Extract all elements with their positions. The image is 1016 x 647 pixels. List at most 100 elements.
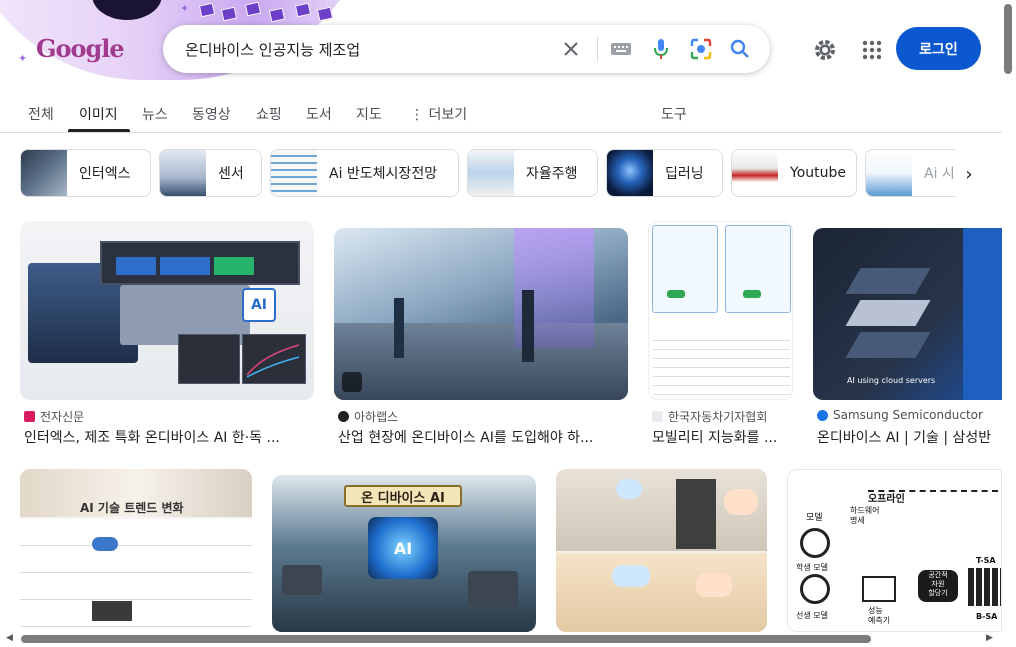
panel-block [214, 257, 254, 275]
chip-thumbnail [160, 150, 206, 196]
tab-more[interactable]: ⋮ 더보기 [410, 104, 467, 124]
layer-shape [845, 268, 931, 294]
source-name: 아하랩스 [354, 410, 399, 424]
tab-shopping[interactable]: 쇼핑 [256, 104, 282, 124]
chip-label: 센서 [218, 166, 244, 182]
label-predictor: 성능 예측기 [868, 606, 891, 625]
result-image[interactable]: AI 기술 트렌드 변화 [20, 469, 252, 632]
tab-images[interactable]: 이미지 [79, 104, 118, 124]
chip-thumbnail [732, 150, 778, 196]
login-button[interactable]: 로그인 [896, 27, 981, 70]
chip-ai-market[interactable]: Ai 시 [865, 149, 955, 197]
star-icon: ✦ [18, 52, 28, 65]
worker-shape [394, 298, 404, 358]
site-favicon-icon [817, 409, 828, 421]
array-grid [968, 568, 1001, 606]
result-source[interactable]: 한국자동차기자협회 [652, 408, 767, 425]
microphone-icon[interactable] [649, 37, 673, 61]
result-image[interactable]: AI [20, 221, 314, 400]
chip-deep-learning[interactable]: 딥러닝 [606, 149, 723, 197]
image-result[interactable] [556, 469, 767, 632]
lens-icon[interactable] [689, 37, 713, 61]
more-vert-icon: ⋮ [410, 107, 429, 123]
tile-icon [316, 6, 334, 22]
source-name: Samsung Semiconductor [833, 408, 983, 422]
image-result[interactable]: 온 디바이스 AI AI [272, 475, 536, 632]
chip-label: Youtube [790, 165, 846, 181]
dashboard-panel [100, 241, 300, 285]
google-logo[interactable]: Google [36, 34, 125, 63]
chip-thumbnail [21, 150, 67, 196]
tab-all[interactable]: 전체 [28, 104, 54, 124]
tab-books[interactable]: 도서 [306, 104, 332, 124]
image-result[interactable]: 아하랩스 산업 현장에 온디바이스 AI를 도입해야 하... [334, 221, 628, 451]
scroll-right-arrow-icon[interactable]: ▶ [986, 633, 993, 643]
device-shape [468, 571, 518, 607]
scroll-left-arrow-icon[interactable]: ◀ [6, 633, 13, 643]
result-image[interactable]: 온 디바이스 AI AI [272, 475, 536, 632]
result-title[interactable]: 모빌리티 지능화를 ... [652, 427, 793, 447]
room-scene [556, 553, 767, 632]
tab-more-label: 더보기 [428, 107, 468, 123]
chip-label: 자율주행 [526, 166, 578, 182]
result-title[interactable]: 인터엑스, 제조 특화 온디바이스 AI 한·독 ... [24, 427, 314, 447]
worker-shape [522, 290, 534, 362]
label-offline: 오프라인 [868, 494, 905, 505]
settings-gear-icon[interactable] [812, 37, 838, 63]
tab-news[interactable]: 뉴스 [142, 104, 168, 124]
site-favicon-icon [652, 411, 663, 422]
chip-ai-semiconductor[interactable]: Ai 반도체시장전망 [270, 149, 459, 197]
analysis-panel [178, 334, 240, 384]
tools-button[interactable]: 도구 [661, 104, 687, 124]
search-input[interactable] [185, 38, 555, 60]
tab-videos[interactable]: 동영상 [192, 104, 231, 124]
result-title[interactable]: 온디바이스 AI | 기술 | 삼성반 [817, 427, 1003, 447]
speech-bubble-icon [616, 479, 642, 499]
layer-shape [845, 332, 931, 358]
image-result[interactable]: AI using cloud servers Samsung Semicondu… [813, 221, 1003, 451]
keyboard-icon[interactable] [609, 37, 633, 61]
vertical-scroll-track[interactable] [1002, 0, 1016, 647]
chip-autonomous-driving[interactable]: 자율주행 [467, 149, 598, 197]
search-tabs: 전체 이미지 뉴스 동영상 쇼핑 도서 지도 ⋮ 더보기 도구 [0, 95, 1002, 133]
chips-next-arrow-icon[interactable]: › [955, 160, 983, 188]
horizontal-scrollbar-thumb[interactable] [21, 635, 871, 643]
active-tab-indicator [68, 129, 130, 132]
result-image[interactable] [648, 221, 793, 400]
speech-bubble-icon [612, 565, 650, 587]
speech-bubble-icon [724, 489, 758, 515]
image-badge-icon [342, 372, 362, 392]
speech-bubble-icon [696, 573, 732, 597]
image-result[interactable]: 오프라인 모델 하드웨어 명세 학생 모델 선생 모델 성능 예측기 공간적 자… [787, 469, 1002, 632]
image-result[interactable]: AI 기술 트렌드 변화 [20, 469, 252, 632]
label-tsa: T-SA [976, 556, 996, 565]
chip-sensor[interactable]: 센서 [159, 149, 262, 197]
image-result[interactable]: AI 전자신문 인터엑스, 제조 특화 온디바이스 AI 한·독 ... [20, 221, 314, 451]
search-icon[interactable] [728, 37, 752, 61]
allocator-box: 공간적 자원 할당기 [918, 570, 958, 602]
result-source[interactable]: 아하랩스 [338, 408, 398, 425]
result-source[interactable]: Samsung Semiconductor [817, 408, 983, 422]
tab-maps[interactable]: 지도 [356, 104, 382, 124]
layer-shape [845, 300, 931, 326]
ai-chip-icon: AI [368, 517, 438, 579]
result-image[interactable] [334, 228, 628, 400]
result-title[interactable]: 산업 현장에 온디바이스 AI를 도입해야 하... [338, 427, 628, 447]
panel-shape [963, 228, 1002, 400]
chip-youtube[interactable]: Youtube [731, 149, 857, 197]
result-image[interactable]: 오프라인 모델 하드웨어 명세 학생 모델 선생 모델 성능 예측기 공간적 자… [787, 469, 1002, 632]
result-source[interactable]: 전자신문 [24, 408, 84, 425]
chip-thumbnail [866, 150, 912, 196]
result-image[interactable] [556, 469, 767, 632]
chip-label: Ai 시 [924, 166, 955, 182]
label-model: 모델 [806, 513, 823, 523]
result-image[interactable]: AI using cloud servers [813, 228, 1002, 400]
chip-interx[interactable]: 인터엑스 [20, 149, 151, 197]
label-hardware: 하드웨어 명세 [850, 506, 880, 525]
car-icon [743, 290, 761, 298]
clear-icon[interactable] [559, 37, 583, 61]
vertical-scrollbar-thumb[interactable] [1004, 4, 1012, 74]
apps-grid-icon[interactable] [861, 39, 883, 61]
image-result[interactable]: 한국자동차기자협회 모빌리티 지능화를 ... [648, 221, 793, 451]
graph-panel [242, 334, 306, 384]
